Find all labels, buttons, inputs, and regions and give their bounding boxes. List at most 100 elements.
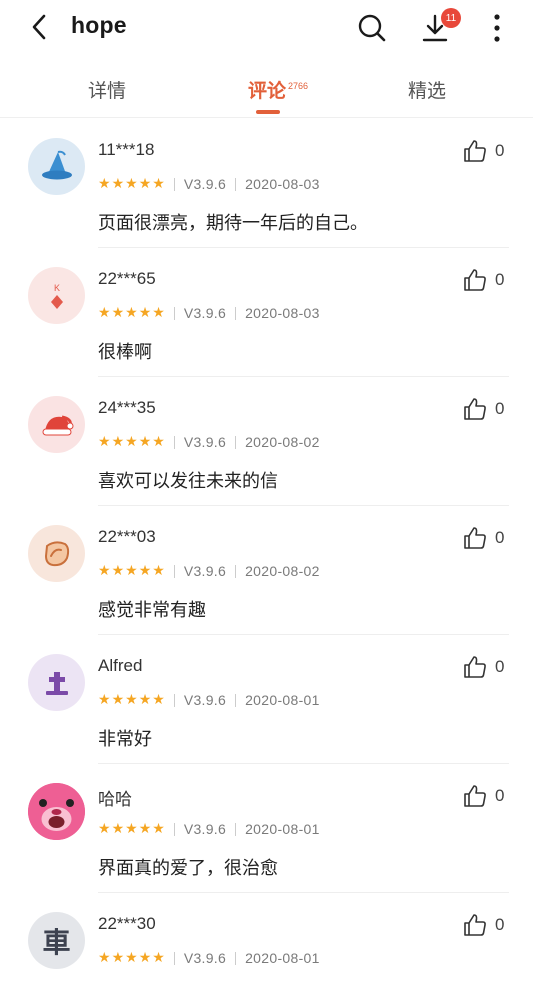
review-text: 页面很漂亮，期待一年后的自己。 — [98, 213, 368, 234]
review-item: K 22***65 ★ ★ ★ ★ ★ V3.9.6 2020-08-03 很棒啊 0 — [0, 248, 533, 377]
like-count: 0 — [495, 141, 505, 160]
star-icon: ★ — [152, 821, 165, 837]
rating-stars: ★ ★ ★ ★ ★ — [98, 177, 165, 191]
more-button[interactable] — [483, 10, 511, 46]
like-count: 0 — [495, 657, 505, 676]
like-button[interactable]: 0 — [463, 526, 504, 550]
thumbs-up-icon — [464, 398, 486, 420]
thumbs-up-icon — [464, 269, 486, 291]
review-username[interactable]: 22***65 — [98, 269, 156, 289]
like-button[interactable]: 0 — [463, 655, 504, 679]
like-button[interactable]: 0 — [463, 913, 504, 937]
avatar[interactable] — [28, 396, 85, 453]
star-icon: ★ — [152, 563, 165, 579]
review-version: V3.9.6 — [183, 434, 227, 450]
star-icon: ★ — [98, 950, 111, 966]
like-count: 0 — [495, 915, 505, 934]
review-username[interactable]: 24***35 — [98, 398, 156, 418]
star-icon: ★ — [152, 692, 165, 708]
like-button[interactable]: 0 — [463, 268, 504, 292]
star-icon: ★ — [138, 434, 152, 450]
star-icon: ★ — [111, 434, 125, 450]
divider — [235, 564, 237, 578]
review-meta: ★ ★ ★ ★ ★ V3.9.6 2020-08-03 — [98, 304, 320, 322]
review-item: 24***35 ★ ★ ★ ★ ★ V3.9.6 2020-08-02 喜欢可以发往未来… — [0, 377, 533, 506]
review-text: 很棒啊 — [98, 342, 152, 363]
star-icon: ★ — [152, 434, 165, 450]
avatar[interactable]: 車 — [28, 912, 85, 969]
svg-text:K: K — [53, 283, 59, 293]
star-icon: ★ — [138, 821, 152, 837]
avatar[interactable] — [28, 525, 85, 582]
review-date: 2020-08-03 — [245, 305, 320, 321]
like-button[interactable]: 0 — [463, 397, 504, 421]
tab-featured[interactable]: 精选 — [408, 76, 446, 103]
star-icon: ★ — [138, 563, 152, 579]
review-item: 車 22***30 ★ ★ ★ ★ ★ V3.9.6 2020-08-01 0 — [0, 893, 533, 987]
divider — [173, 306, 175, 320]
review-text: 喜欢可以发往未来的信 — [98, 471, 278, 492]
avatar[interactable] — [28, 783, 85, 840]
star-icon: ★ — [125, 176, 138, 192]
thumbs-up-icon — [464, 527, 486, 549]
divider — [173, 435, 175, 449]
review-item: 哈哈 ★ ★ ★ ★ ★ V3.9.6 2020-08-01 界面真的爱了，很治愈 0 — [0, 764, 533, 893]
tab-comments[interactable]: 评论 2766 — [248, 76, 308, 103]
review-username[interactable]: 11***18 — [98, 140, 154, 160]
rating-stars: ★ ★ ★ ★ ★ — [98, 306, 165, 320]
che-character-icon: 車 — [42, 925, 71, 959]
divider — [235, 822, 237, 836]
star-icon: ★ — [152, 176, 165, 192]
review-version: V3.9.6 — [183, 950, 227, 966]
review-meta: ★ ★ ★ ★ ★ V3.9.6 2020-08-01 — [98, 820, 320, 838]
avatar[interactable] — [28, 654, 85, 711]
star-icon: ★ — [111, 176, 125, 192]
review-text: 感觉非常有趣 — [98, 600, 206, 621]
star-icon: ★ — [111, 305, 125, 321]
active-tab-indicator — [256, 110, 280, 114]
avatar[interactable]: K — [28, 267, 85, 324]
top-bar: hope 11 — [0, 0, 533, 56]
thumbs-up-icon — [464, 785, 486, 807]
divider — [173, 564, 175, 578]
like-button[interactable]: 0 — [463, 139, 504, 163]
star-icon: ★ — [111, 950, 125, 966]
back-button[interactable] — [24, 10, 54, 44]
review-username[interactable]: Alfred — [98, 656, 142, 676]
thumbs-up-icon — [464, 140, 486, 162]
review-item: 22***03 ★ ★ ★ ★ ★ V3.9.6 2020-08-02 感觉非常有趣 0 — [0, 506, 533, 635]
review-text: 界面真的爱了，很治愈 — [98, 858, 278, 879]
rating-stars: ★ ★ ★ ★ ★ — [98, 951, 165, 965]
like-button[interactable]: 0 — [463, 784, 504, 808]
star-icon: ★ — [98, 692, 111, 708]
review-username[interactable]: 22***30 — [98, 914, 156, 934]
rating-stars: ★ ★ ★ ★ ★ — [98, 435, 165, 449]
star-icon: ★ — [98, 434, 111, 450]
review-username[interactable]: 哈哈 — [98, 785, 132, 810]
review-version: V3.9.6 — [183, 305, 227, 321]
star-icon: ★ — [138, 692, 152, 708]
playing-card-icon: K — [50, 283, 63, 309]
tab-details[interactable]: 详情 — [88, 76, 126, 103]
steak-icon — [44, 540, 69, 566]
search-button[interactable] — [354, 10, 390, 46]
divider — [173, 693, 175, 707]
avatar[interactable] — [28, 138, 85, 195]
star-icon: ★ — [111, 821, 125, 837]
divider — [173, 177, 175, 191]
star-icon: ★ — [138, 176, 152, 192]
rating-stars: ★ ★ ★ ★ ★ — [98, 564, 165, 578]
review-meta: ★ ★ ★ ★ ★ V3.9.6 2020-08-02 — [98, 562, 320, 580]
review-version: V3.9.6 — [183, 821, 227, 837]
star-icon: ★ — [125, 305, 138, 321]
review-date: 2020-08-02 — [245, 434, 320, 450]
divider — [235, 693, 237, 707]
review-username[interactable]: 22***03 — [98, 527, 156, 547]
divider — [235, 951, 237, 965]
star-icon: ★ — [98, 176, 111, 192]
search-icon — [358, 14, 386, 42]
star-icon: ★ — [125, 692, 138, 708]
divider — [235, 306, 237, 320]
review-date: 2020-08-01 — [245, 692, 320, 708]
like-count: 0 — [495, 786, 505, 805]
